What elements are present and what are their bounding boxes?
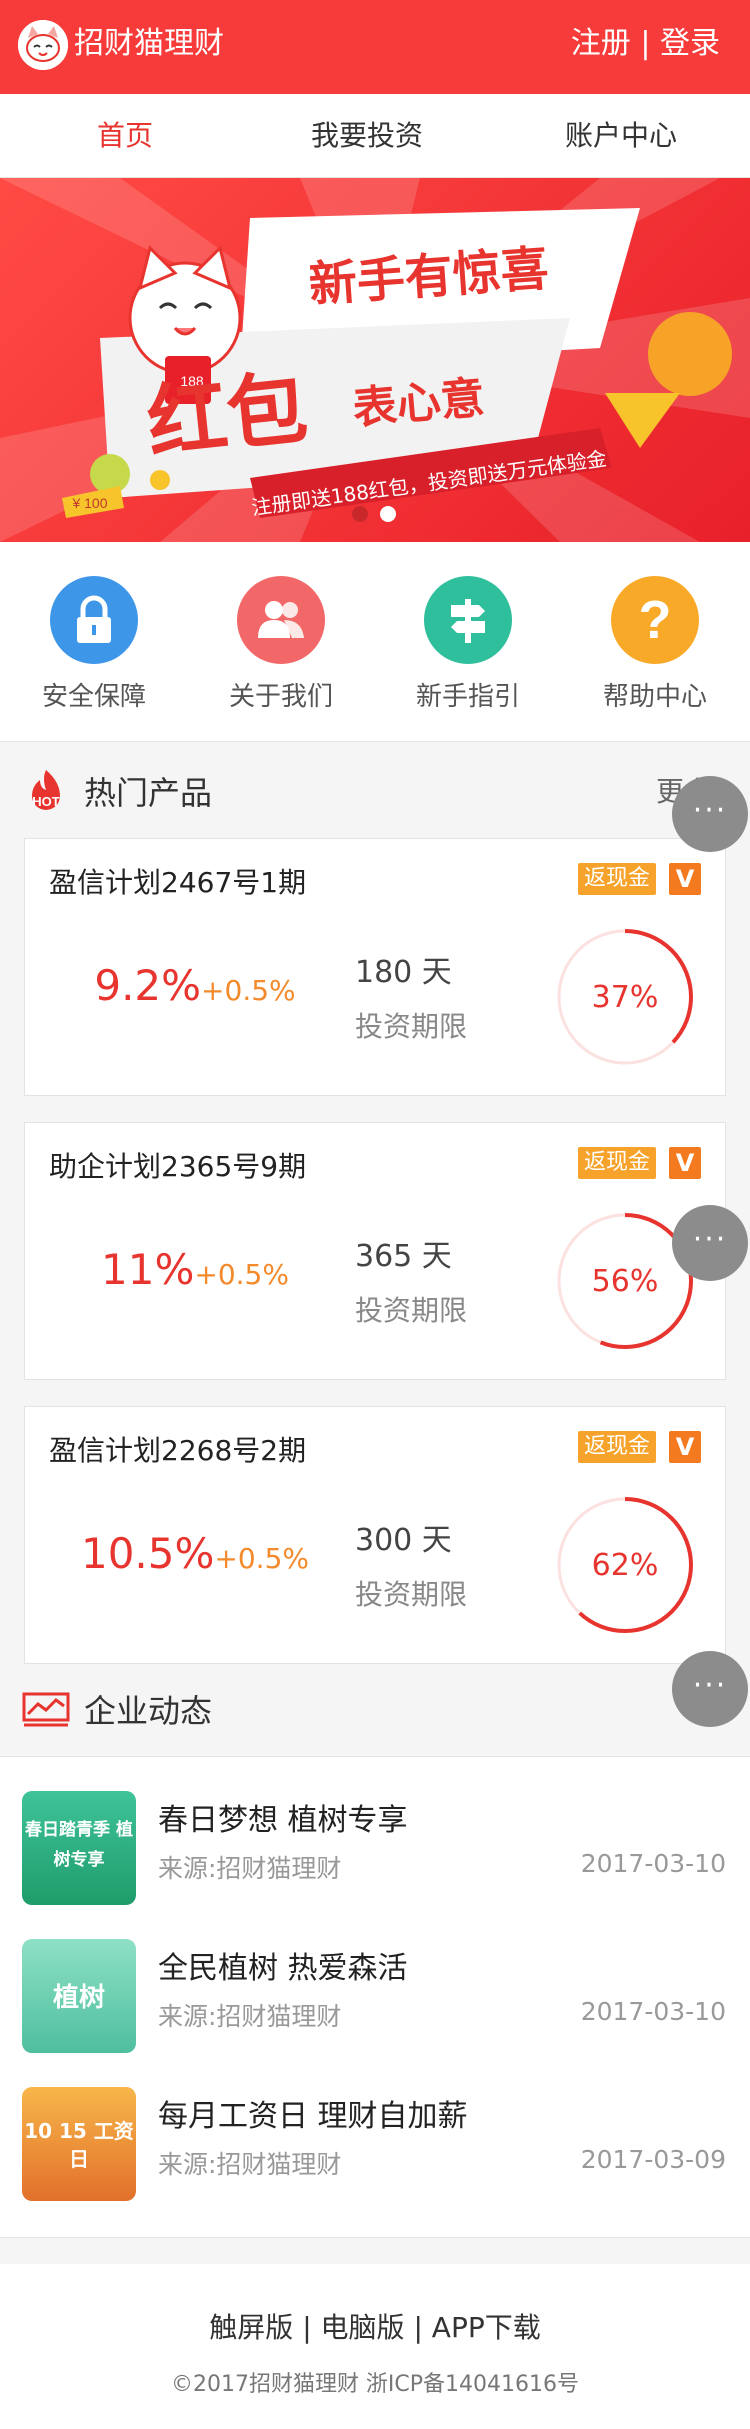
section-title-news: 企业动态	[84, 1692, 213, 1730]
product-rate: 10.5%+0.5%	[80, 1529, 310, 1578]
app-header: 招财猫理财 注册 | 登录	[0, 0, 750, 94]
news-date: 2017-03-09	[580, 2145, 726, 2174]
v-badge: V	[669, 1431, 701, 1463]
product-period-label: 投资期限	[355, 1010, 468, 1043]
footer-separator: |	[413, 2311, 423, 2344]
news-list: 春日踏青季 植树专享 春日梦想 植树专享 来源:招财猫理财 2017-03-10…	[0, 1756, 750, 2238]
lock-icon	[50, 576, 138, 664]
footer-links: 触屏版 | 电脑版 | APP下载	[0, 2306, 750, 2346]
trend-chart-icon	[22, 1692, 70, 1727]
news-thumbnail: 植树	[22, 1939, 136, 2053]
brand-name: 招财猫理财	[74, 26, 224, 61]
product-name: 盈信计划2268号2期	[49, 1434, 307, 1467]
product-days: 180 天	[355, 955, 452, 990]
product-card[interactable]: 盈信计划2467号1期 返现金 V 9.2%+0.5% 180 天 投资期限 3…	[24, 838, 726, 1096]
news-title: 春日梦想 植树专享	[158, 1803, 408, 1838]
auth-separator: |	[640, 26, 651, 61]
product-rate: 9.2%+0.5%	[94, 961, 296, 1010]
carousel-dot-2	[380, 506, 396, 522]
news-source: 来源:招财猫理财	[158, 2150, 342, 2179]
news-thumbnail: 10 15 工资日	[22, 2087, 136, 2201]
progress-ring: 62%	[557, 1497, 693, 1633]
progress-ring: 37%	[557, 929, 693, 1065]
cashback-badge: 返现金	[578, 1431, 657, 1463]
footer-link-pc[interactable]: 电脑版	[321, 2311, 405, 2344]
product-card[interactable]: 盈信计划2268号2期 返现金 V 10.5%+0.5% 300 天 投资期限 …	[24, 1406, 726, 1664]
tab-invest[interactable]: 我要投资	[242, 94, 492, 178]
news-item[interactable]: 10 15 工资日 每月工资日 理财自加薪 来源:招财猫理财 2017-03-0…	[0, 2069, 750, 2217]
tab-account[interactable]: 账户中心	[496, 94, 746, 178]
product-name: 盈信计划2467号1期	[49, 866, 307, 899]
svg-text:37%: 37%	[592, 980, 659, 1015]
product-days: 365 天	[355, 1239, 452, 1274]
carousel-dot-1	[352, 506, 368, 522]
v-badge: V	[669, 1147, 701, 1179]
login-link[interactable]: 登录	[660, 26, 720, 61]
floating-more-button[interactable]: ···	[672, 776, 748, 852]
hot-flame-icon: HOT	[32, 770, 60, 810]
quick-link-security[interactable]: 安全保障	[0, 576, 188, 713]
banner-art: 188 ¥ 100 新手有惊喜 红包 表心意 注册即送188红包，投资即送万元体…	[0, 178, 750, 542]
footer-link-touch[interactable]: 触屏版	[209, 2311, 293, 2344]
news-date: 2017-03-10	[580, 1849, 726, 1878]
svg-text:62%: 62%	[592, 1548, 659, 1583]
quick-link-label: 安全保障	[41, 682, 146, 712]
auth-links: 注册 | 登录	[571, 22, 720, 66]
floating-more-button[interactable]: ···	[672, 1205, 748, 1281]
promo-banner[interactable]: 188 ¥ 100 新手有惊喜 红包 表心意 注册即送188红包，投资即送万元体…	[0, 178, 750, 542]
copyright: ©2017招财猫理财 浙ICP备14041616号	[170, 2372, 580, 2397]
svg-text:56%: 56%	[592, 1264, 659, 1299]
news-date: 2017-03-10	[580, 1997, 726, 2026]
page-footer: 触屏版 | 电脑版 | APP下载 ©2017招财猫理财 浙ICP备140416…	[0, 2264, 750, 2429]
news-item[interactable]: 植树 全民植树 热爱森活 来源:招财猫理财 2017-03-10	[0, 1921, 750, 2069]
question-icon: ?	[611, 576, 699, 664]
news-title: 每月工资日 理财自加薪	[158, 2099, 468, 2134]
quick-links: 安全保障 关于我们 新手指引 ? 帮助中心	[0, 542, 750, 742]
cat-logo-icon	[18, 20, 68, 70]
quick-link-label: 帮助中心	[602, 682, 707, 712]
product-name: 助企计划2365号9期	[49, 1150, 307, 1183]
quick-link-guide[interactable]: 新手指引	[374, 576, 562, 713]
cashback-badge: 返现金	[578, 863, 657, 895]
banner-big-text: 红包	[143, 361, 312, 470]
register-link[interactable]: 注册	[571, 26, 631, 61]
news-source: 来源:招财猫理财	[158, 1854, 342, 1883]
tab-home[interactable]: 首页	[0, 94, 250, 178]
product-card[interactable]: 助企计划2365号9期 返现金 V 11%+0.5% 365 天 投资期限 56…	[24, 1122, 726, 1380]
quick-link-help[interactable]: ? 帮助中心	[561, 576, 749, 713]
signpost-icon	[424, 576, 512, 664]
footer-separator: |	[302, 2311, 312, 2344]
footer-link-app[interactable]: APP下载	[432, 2311, 541, 2344]
news-header: 企业动态	[0, 1660, 750, 1756]
main-nav: 首页 我要投资 账户中心	[0, 94, 750, 178]
section-title-hot: 热门产品	[84, 774, 213, 812]
cashback-badge: 返现金	[578, 1147, 657, 1179]
product-days: 300 天	[355, 1523, 452, 1558]
quick-link-about[interactable]: 关于我们	[187, 576, 375, 713]
news-title: 全民植树 热爱森活	[158, 1951, 408, 1986]
news-thumbnail: 春日踏青季 植树专享	[22, 1791, 136, 1905]
v-badge: V	[669, 863, 701, 895]
quick-link-label: 关于我们	[228, 682, 333, 712]
people-icon	[237, 576, 325, 664]
svg-text:HOT: HOT	[32, 794, 60, 809]
news-source: 来源:招财猫理财	[158, 2002, 342, 2031]
product-period-label: 投资期限	[355, 1578, 468, 1611]
hot-products-header: HOT 热门产品 更多	[0, 742, 750, 838]
product-period-label: 投资期限	[355, 1294, 468, 1327]
quick-link-label: 新手指引	[415, 682, 520, 712]
news-item[interactable]: 春日踏青季 植树专享 春日梦想 植树专享 来源:招财猫理财 2017-03-10	[0, 1773, 750, 1921]
coin-amount: ¥ 100	[71, 495, 107, 511]
product-rate: 11%+0.5%	[101, 1245, 289, 1294]
